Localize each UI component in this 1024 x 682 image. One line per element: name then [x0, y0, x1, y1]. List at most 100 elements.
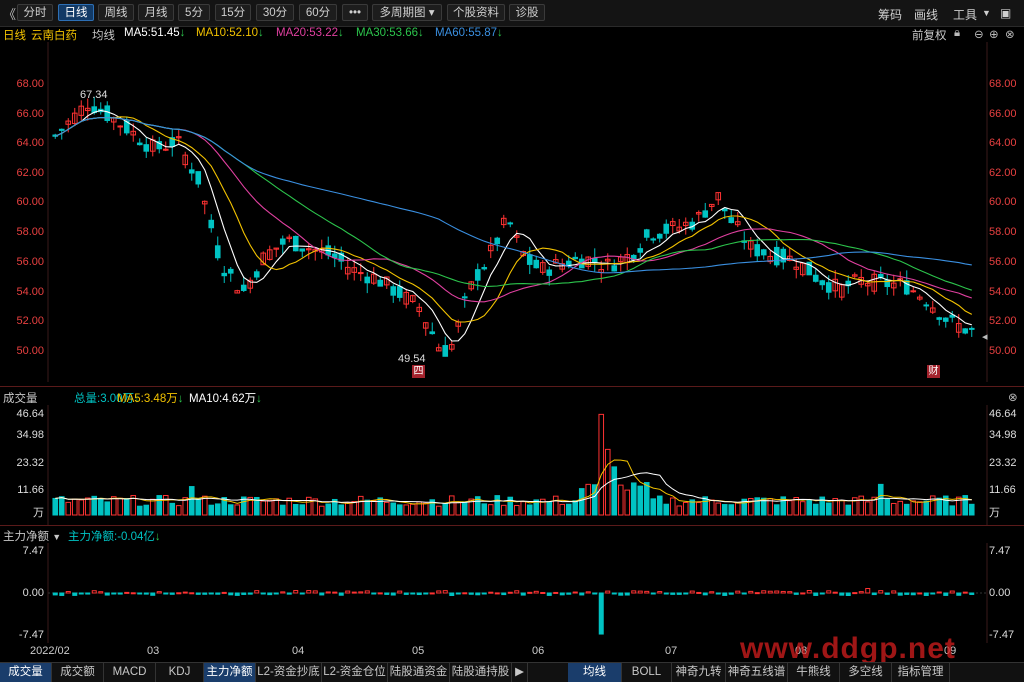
flow-bar — [104, 592, 110, 596]
period-button-15min[interactable]: 15分 — [215, 4, 251, 21]
candle-body — [942, 317, 949, 322]
capital-flow-chart[interactable] — [0, 543, 1024, 643]
flow-bar — [624, 592, 630, 596]
indicator-tab[interactable]: 陆股通持股 — [450, 663, 512, 682]
volume-bar — [169, 502, 176, 516]
indicator-tab[interactable]: 陆股通资金 — [388, 663, 450, 682]
candle-body — [910, 290, 917, 293]
candle-body — [279, 238, 286, 245]
volume-chart[interactable] — [0, 405, 1024, 525]
period-button-daily[interactable]: 日线 — [58, 4, 94, 21]
period-button-weekly[interactable]: 周线 — [98, 4, 134, 21]
candle-body — [214, 245, 221, 259]
volume-bar — [494, 495, 501, 516]
flow-bar — [59, 592, 65, 596]
volume-bar — [448, 495, 455, 516]
candle-body — [721, 208, 728, 212]
flow-bar — [468, 592, 474, 595]
more-periods-button[interactable]: ••• — [342, 4, 368, 21]
watermark: www.ddgp.net — [740, 632, 956, 665]
overlay-tab[interactable]: 神奇五线谱 — [726, 663, 788, 682]
volume-bar — [71, 498, 78, 516]
volume-bar — [864, 501, 871, 516]
volume-bar — [110, 496, 117, 516]
indicator-tab[interactable]: 成交额 — [52, 663, 104, 682]
close-icon[interactable]: ⊗ — [1005, 27, 1015, 41]
overlay-tab[interactable]: 多空线 — [840, 663, 892, 682]
tools-button[interactable]: 工具 — [953, 6, 977, 23]
flow-bar — [98, 591, 104, 594]
chart-settings-icon[interactable]: ▣ — [1000, 6, 1011, 20]
flow-bar — [884, 592, 890, 595]
period-button-60min[interactable]: 60分 — [299, 4, 337, 21]
price-adjust-label[interactable]: 前复权 — [912, 27, 947, 43]
flow-bar — [962, 591, 968, 594]
volume-bar — [630, 482, 637, 516]
flow-bar — [943, 592, 949, 596]
flow-bar — [280, 591, 286, 594]
volume-bar — [52, 497, 59, 516]
volume-bar — [903, 503, 910, 516]
volume-bar — [442, 503, 449, 516]
indicator-tab[interactable]: L2-资金仓位 — [322, 663, 388, 682]
collapse-icon[interactable]: 《 — [3, 4, 16, 23]
candlestick-chart[interactable] — [0, 42, 1024, 382]
event-flag-q1[interactable]: 四 — [412, 365, 425, 378]
indicator-tab[interactable]: KDJ — [156, 663, 204, 682]
overlay-tab[interactable]: 指标管理 — [892, 663, 950, 682]
flow-bar — [806, 590, 812, 594]
overlay-tab[interactable]: 牛熊线 — [788, 663, 840, 682]
volume-bar — [565, 503, 572, 516]
tools-chevron-icon[interactable]: ▼ — [982, 8, 991, 18]
period-button-fenshi[interactable]: 分时 — [17, 4, 53, 21]
flow-bar — [319, 592, 325, 596]
zoom-out-icon[interactable]: ⊖ — [974, 27, 984, 41]
flow-bar — [793, 592, 799, 595]
period-button-monthly[interactable]: 月线 — [138, 4, 174, 21]
volume-bar — [520, 501, 527, 516]
lock-icon[interactable]: 🔒︎ — [954, 27, 960, 40]
flow-indicator-dropdown[interactable]: 主力净额 ▼ — [3, 528, 61, 544]
period-button-5min[interactable]: 5分 — [178, 4, 210, 21]
indicator-tab[interactable]: 成交量 — [0, 663, 52, 682]
diagnose-button[interactable]: 诊股 — [509, 4, 545, 21]
flow-bar — [325, 591, 331, 594]
volume-close-icon[interactable]: ⊗ — [1008, 390, 1018, 404]
flow-bar — [189, 592, 195, 595]
draw-line-button[interactable]: 画线 — [914, 6, 938, 23]
flow-bar — [845, 592, 851, 597]
volume-bar — [390, 502, 397, 516]
volume-title[interactable]: 成交量 — [3, 390, 38, 406]
zoom-in-icon[interactable]: ⊕ — [989, 27, 999, 41]
indicator-tab[interactable]: L2-资金抄底 — [256, 663, 322, 682]
flow-bar — [956, 592, 962, 596]
indicator-tab[interactable]: MACD — [104, 663, 156, 682]
ma20-line — [55, 116, 972, 303]
flow-bar — [566, 592, 572, 595]
candle-body — [526, 254, 533, 265]
event-flag-finance[interactable]: 财 — [927, 365, 940, 378]
flow-bar — [273, 592, 279, 595]
low-price-annotation: 49.54 — [398, 353, 426, 365]
indicator-tab[interactable]: 主力净额 — [204, 663, 256, 682]
flow-bar — [527, 591, 533, 594]
scroll-right-icon[interactable]: ▶ — [512, 663, 528, 682]
period-button-30min[interactable]: 30分 — [256, 4, 294, 21]
stock-info-button[interactable]: 个股资料 — [447, 4, 505, 21]
multi-period-dropdown[interactable]: 多周期图 ▾ — [372, 4, 442, 21]
candle-body — [637, 248, 644, 253]
flow-bar — [813, 592, 819, 596]
volume-bar — [325, 503, 332, 516]
flow-bar — [286, 592, 292, 595]
chips-button[interactable]: 筹码 — [878, 6, 902, 23]
volume-bar — [65, 501, 72, 516]
volume-bar — [526, 504, 533, 516]
volume-bar — [552, 495, 559, 516]
flow-bar — [254, 590, 260, 594]
overlay-tab[interactable]: 神奇九转 — [672, 663, 726, 682]
volume-bar — [299, 504, 306, 516]
avg-line-label[interactable]: 均线 — [92, 27, 115, 43]
overlay-tab[interactable]: BOLL — [622, 663, 672, 682]
overlay-tab[interactable]: 均线 — [568, 663, 622, 682]
flow-bar — [910, 592, 916, 596]
